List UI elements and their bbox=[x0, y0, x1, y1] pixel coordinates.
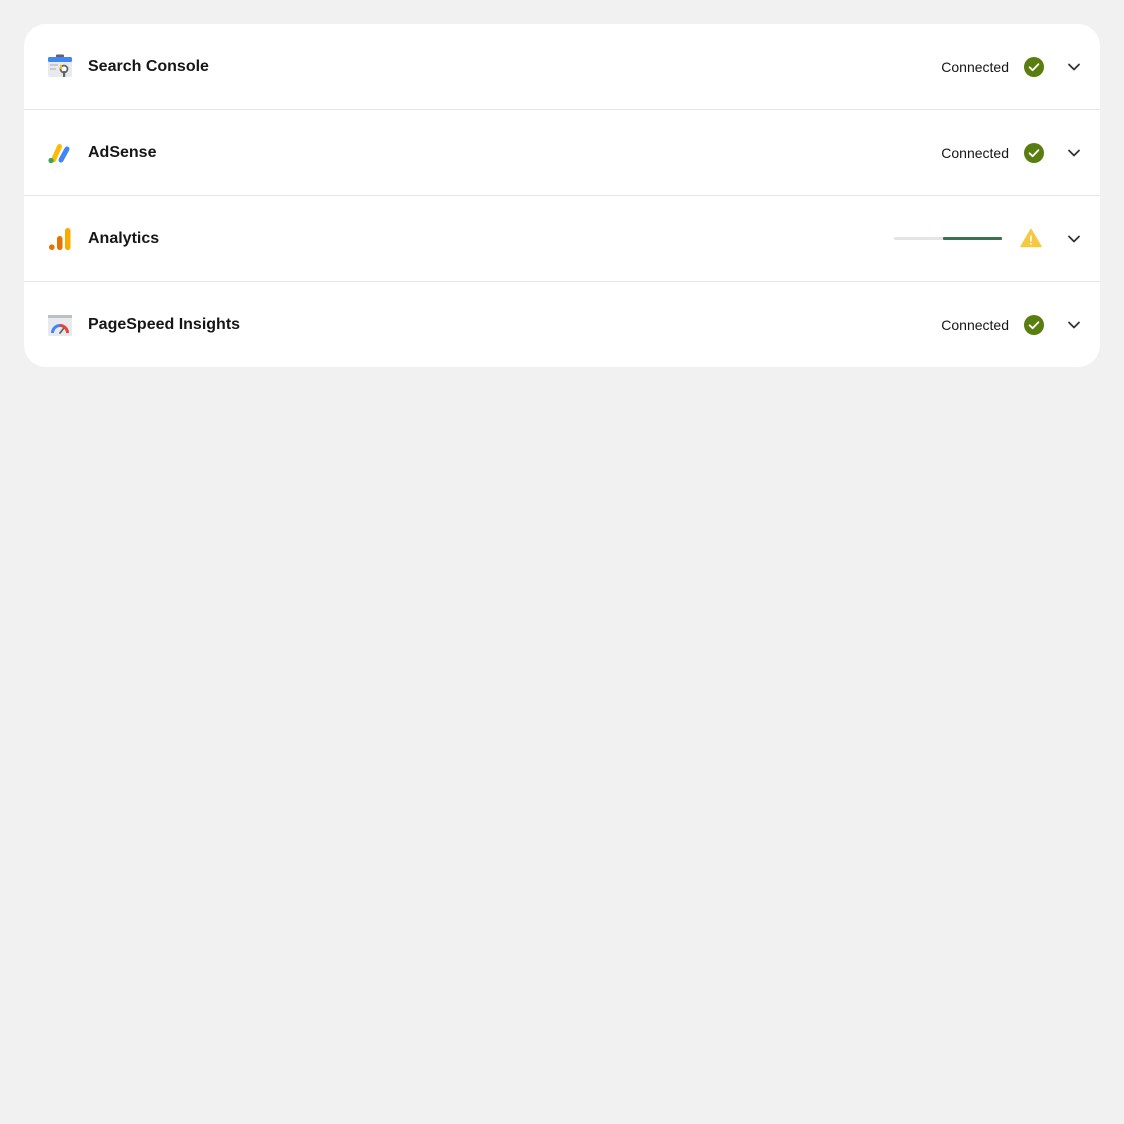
check-circle-icon bbox=[1024, 315, 1044, 335]
analytics-logo-icon bbox=[48, 226, 72, 252]
connected-services-panel: Search Console Connected AdSense Connect… bbox=[24, 24, 1100, 367]
status-text: Connected bbox=[941, 59, 1009, 75]
service-row-pagespeed-insights[interactable]: PageSpeed Insights Connected bbox=[24, 282, 1100, 367]
chevron-down-icon[interactable] bbox=[1064, 57, 1084, 77]
service-name: AdSense bbox=[88, 144, 157, 161]
service-name: Analytics bbox=[88, 230, 160, 247]
warning-icon bbox=[1020, 228, 1042, 248]
adsense-logo-icon bbox=[48, 140, 72, 166]
status-text: Connected bbox=[941, 145, 1009, 161]
status-progress-fill bbox=[942, 237, 1002, 240]
status-text: Connected bbox=[941, 317, 1009, 333]
pagespeed-insights-logo-icon bbox=[48, 312, 72, 338]
chevron-down-icon[interactable] bbox=[1064, 143, 1084, 163]
check-circle-icon bbox=[1024, 57, 1044, 77]
service-name: PageSpeed Insights bbox=[88, 316, 241, 333]
search-console-logo-icon bbox=[48, 54, 72, 80]
service-row-adsense[interactable]: AdSense Connected bbox=[24, 110, 1100, 196]
check-circle-icon bbox=[1024, 143, 1044, 163]
service-row-search-console[interactable]: Search Console Connected bbox=[24, 24, 1100, 110]
chevron-down-icon[interactable] bbox=[1064, 315, 1084, 335]
chevron-down-icon[interactable] bbox=[1064, 229, 1084, 249]
service-name: Search Console bbox=[88, 58, 209, 75]
service-row-analytics[interactable]: Analytics bbox=[24, 196, 1100, 282]
status-progress-bar bbox=[894, 237, 1002, 240]
